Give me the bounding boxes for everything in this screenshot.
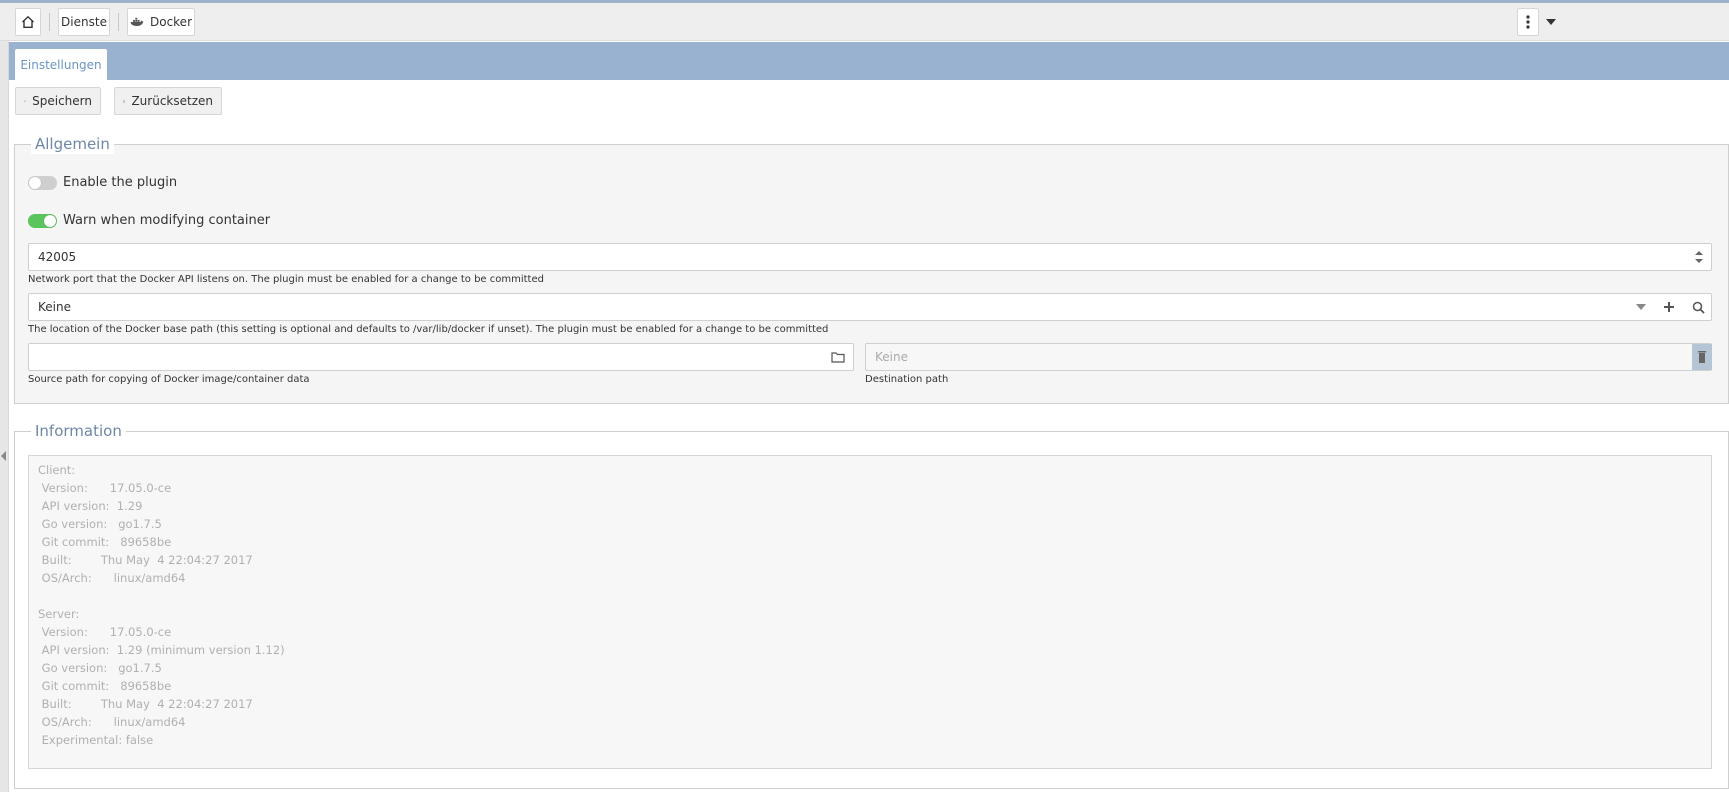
home-button[interactable] — [15, 8, 41, 36]
refresh-icon — [123, 100, 126, 102]
reset-button[interactable]: Zurücksetzen — [114, 87, 222, 115]
trash-icon[interactable] — [1692, 344, 1712, 370]
dropdown-menu-button[interactable] — [1540, 8, 1562, 36]
nav-separator — [49, 13, 50, 31]
general-panel: Allgemein Enable the plugin Warn when mo… — [14, 134, 1729, 404]
more-menu-button[interactable] — [1517, 8, 1539, 36]
port-value: 42005 — [38, 250, 77, 264]
destination-path-placeholder: Keine — [875, 350, 908, 364]
sidebar-collapse-strip[interactable] — [0, 41, 9, 792]
caret-down-icon — [1546, 19, 1556, 25]
source-path-hint: Source path for copying of Docker image/… — [28, 374, 310, 385]
enable-plugin-label: Enable the plugin — [63, 175, 178, 190]
warn-modify-toggle[interactable] — [28, 213, 57, 228]
check-icon — [24, 100, 27, 102]
information-legend: Information — [31, 421, 126, 441]
information-panel: Information Client: Version: 17.05.0-ce … — [14, 421, 1729, 789]
port-spinner-icon[interactable] — [1690, 248, 1708, 266]
destination-path-hint: Destination path — [865, 374, 949, 385]
toggle-knob — [44, 214, 56, 227]
base-path-select[interactable]: Keine — [28, 293, 1712, 321]
port-hint: Network port that the Docker API listens… — [28, 274, 544, 285]
plus-icon[interactable] — [1660, 298, 1678, 316]
docker-version-info: Client: Version: 17.05.0-ce API version:… — [28, 455, 1712, 769]
base-path-hint: The location of the Docker base path (th… — [28, 324, 829, 335]
enable-plugin-toggle[interactable] — [28, 175, 57, 190]
top-navbar: Dienste Docker — [0, 3, 1729, 41]
source-path-input[interactable] — [28, 343, 854, 371]
tab-settings[interactable]: Einstellungen — [15, 49, 107, 80]
docker-whale-icon — [130, 17, 144, 26]
home-icon — [22, 15, 34, 28]
general-legend: Allgemein — [31, 134, 114, 154]
search-icon[interactable] — [1689, 298, 1707, 316]
enable-plugin-row: Enable the plugin — [28, 175, 177, 190]
breadcrumb-docker-label: Docker — [149, 15, 193, 29]
warn-modify-label: Warn when modifying container — [63, 213, 271, 228]
reset-button-label: Zurücksetzen — [131, 94, 213, 108]
toggle-knob — [29, 176, 41, 189]
nav-separator — [118, 13, 119, 31]
breadcrumb-services[interactable]: Dienste — [58, 8, 110, 36]
save-button[interactable]: Speichern — [15, 87, 101, 115]
breadcrumb-docker[interactable]: Docker — [127, 8, 195, 36]
base-path-value: Keine — [38, 300, 71, 314]
folder-icon[interactable] — [829, 348, 847, 366]
warn-modify-row: Warn when modifying container — [28, 213, 270, 228]
kebab-menu-icon — [1526, 15, 1530, 29]
port-input[interactable]: 42005 — [28, 243, 1712, 271]
tab-bar: Einstellungen — [9, 42, 1729, 80]
collapse-arrow-icon[interactable] — [1, 451, 6, 461]
dropdown-caret-icon[interactable] — [1633, 299, 1649, 315]
save-button-label: Speichern — [32, 94, 92, 108]
destination-path-input[interactable]: Keine — [865, 343, 1712, 371]
